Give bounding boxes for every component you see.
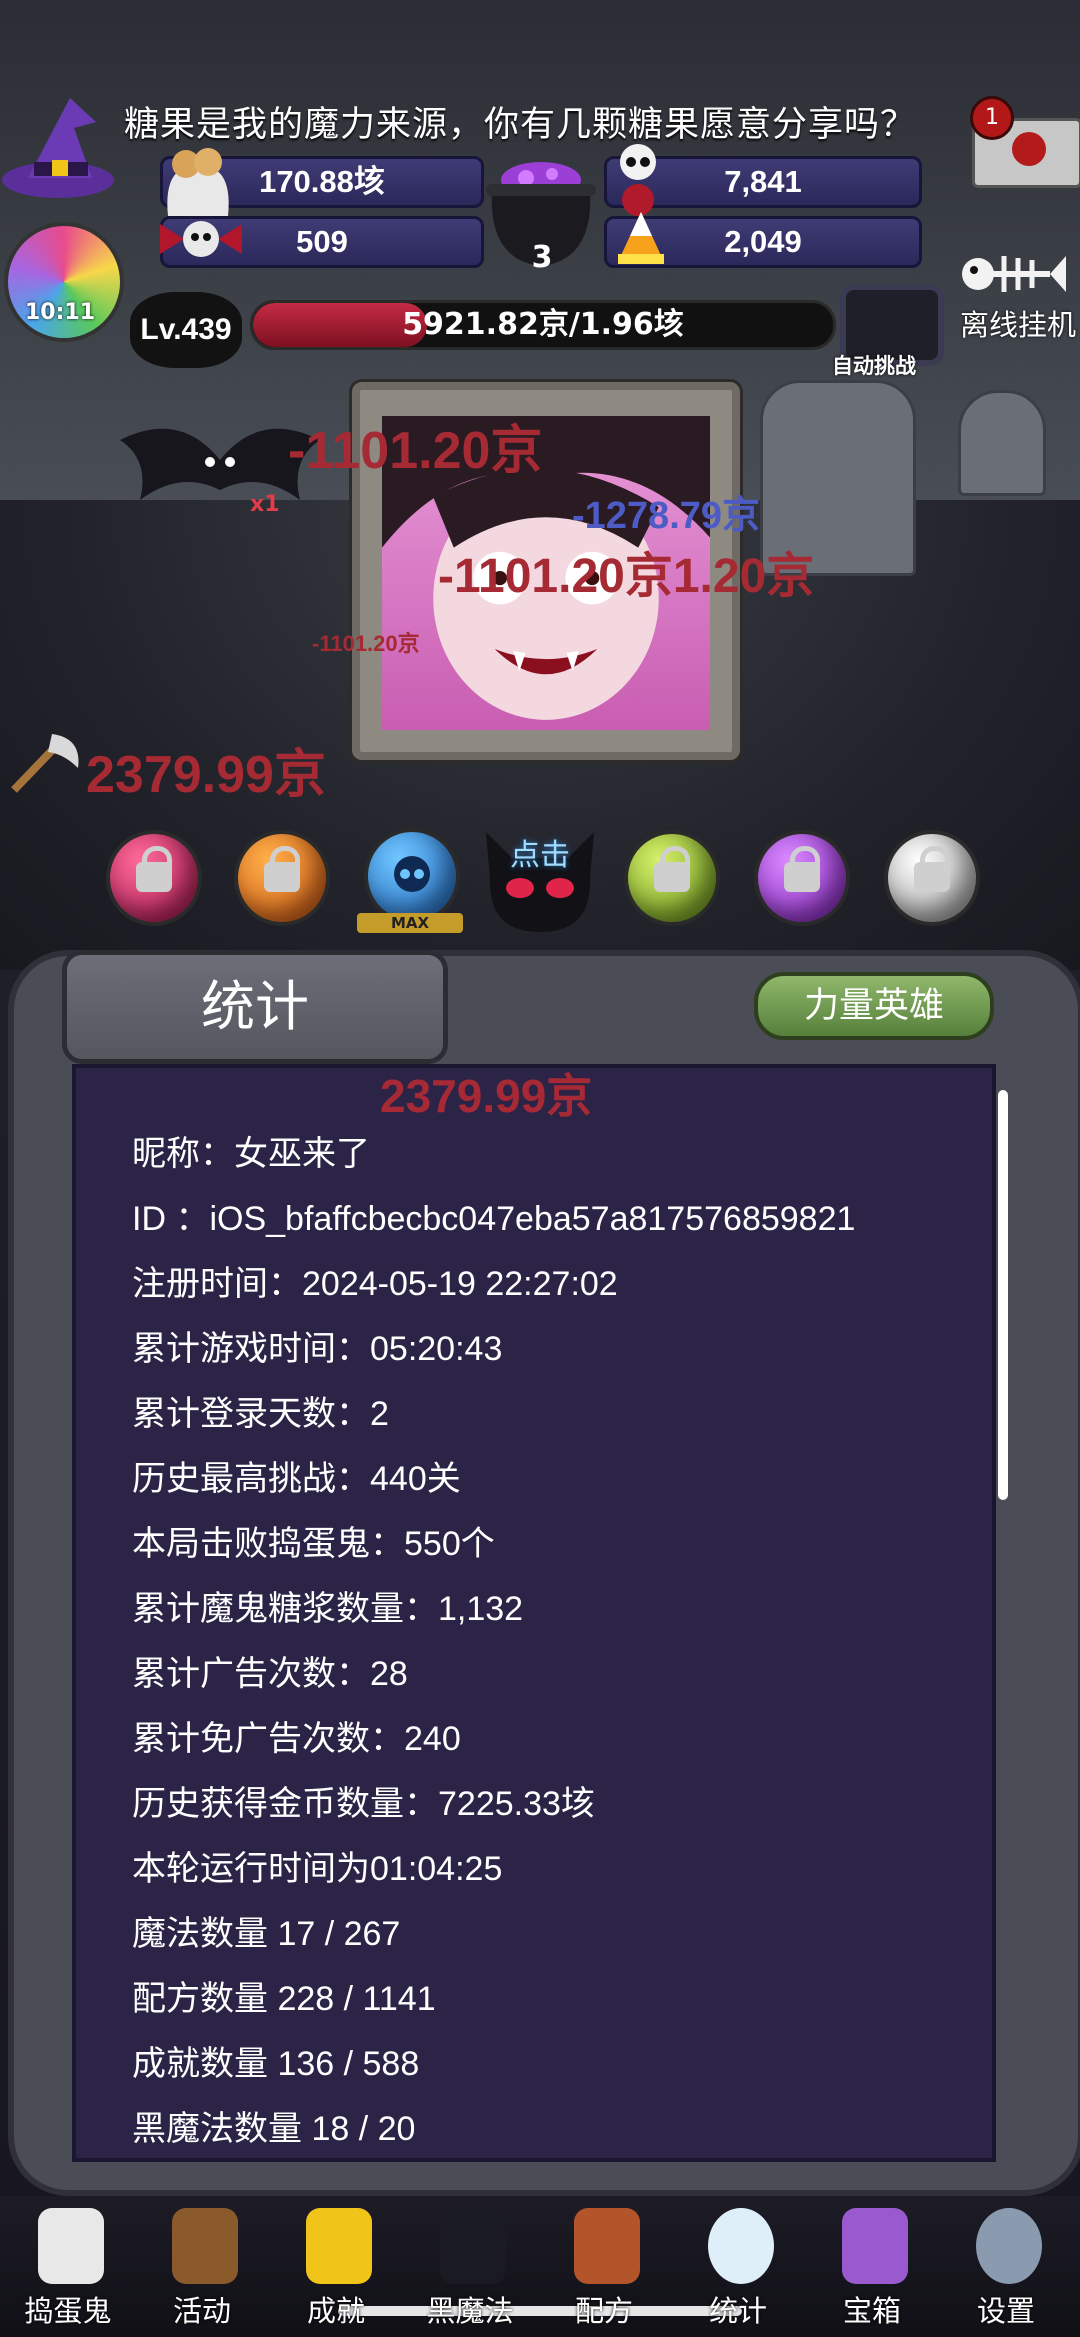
stat-row: 本轮运行时间为01:04:25 — [132, 1850, 503, 1888]
stats-title-sign: 统计 — [62, 950, 448, 1064]
nav-label: 设置 — [976, 2294, 1035, 2328]
nav-label: 宝箱 — [842, 2294, 901, 2328]
stat-row: 黑魔法数量 18 / 20 — [132, 2110, 416, 2148]
auto-challenge-label: 自动挑战 — [832, 354, 916, 378]
nav-item-2[interactable]: 活动 — [142, 2202, 262, 2334]
nav-label: 配方 — [574, 2294, 633, 2328]
axe-icon — [11, 734, 79, 793]
stat-row: 历史获得金币数量：7225.33垓 — [132, 1785, 595, 1823]
locked-slot-green[interactable] — [624, 830, 720, 926]
locked-slot-orange[interactable] — [234, 830, 330, 926]
max-label: MAX — [357, 913, 463, 933]
offline-idle-label[interactable]: 离线挂机 — [960, 302, 1076, 344]
axe-damage: 2379.99京 — [86, 746, 326, 804]
nav-label: 统计 — [708, 2294, 767, 2328]
lock-icon — [914, 846, 950, 892]
nav-item-4[interactable]: 黑魔法 — [410, 2202, 530, 2334]
fish-bone-icon[interactable] — [958, 248, 1068, 300]
wax-seal-icon — [1012, 132, 1046, 166]
power-hero-button[interactable]: 力量英雄 — [754, 972, 994, 1040]
tombstone — [958, 390, 1046, 496]
witch-hat-icon[interactable] — [0, 92, 120, 202]
nav-label: 成就 — [306, 2294, 365, 2328]
gift-box-icon — [842, 2208, 908, 2284]
trophy-skull-icon — [306, 2208, 372, 2284]
damage-number: -1278.79京 — [572, 495, 761, 537]
cookie-bag-icon — [167, 148, 229, 216]
damage-number: -1101.20京 — [312, 631, 420, 656]
lock-icon — [784, 846, 820, 892]
stat-row: 累计广告次数：28 — [132, 1655, 408, 1693]
nav-label: 黑魔法 — [426, 2294, 514, 2328]
skull-icon — [394, 856, 430, 892]
stat-row: 成就数量 136 / 588 — [132, 2045, 420, 2083]
lock-icon — [136, 846, 172, 892]
panel-damage-ghost: 2379.99京 — [380, 1070, 593, 1122]
ghost-icon — [38, 2208, 104, 2284]
stat-row: 累计登录天数：2 — [132, 1395, 389, 1433]
nav-item-8[interactable]: 设置 — [946, 2202, 1066, 2334]
candy-corn-icon — [618, 212, 664, 264]
cauldron-count: 3 — [531, 240, 553, 275]
nav-label: 捣蛋鬼 — [24, 2294, 112, 2328]
lock-icon — [264, 846, 300, 892]
stat-row: 注册时间：2024-05-19 22:27:02 — [132, 1265, 618, 1303]
stat-row: 累计游戏时间：05:20:43 — [132, 1330, 503, 1368]
slot-blue-skull[interactable] — [364, 828, 460, 924]
nav-item-6[interactable]: 统计 — [678, 2202, 798, 2334]
stats-list: 昵称：女巫来了 ID ：iOS_bfaffcbecbc047eba57a81757… — [132, 1126, 952, 2166]
locked-slot-white[interactable] — [884, 830, 980, 926]
damage-number: -1101.20京 — [288, 422, 543, 480]
stat-row: 本局击败捣蛋鬼：550个 — [132, 1525, 495, 1563]
nav-label: 活动 — [172, 2294, 231, 2328]
lock-icon — [654, 846, 690, 892]
stats-scrollbar[interactable] — [998, 1090, 1008, 1500]
stat-row: ID ：iOS_bfaffcbecbc047eba57a817576859821 — [132, 1200, 856, 1238]
boss-hp-text: 5921.82京/1.96垓 — [402, 307, 684, 342]
skull-potion-icon — [620, 144, 656, 216]
mail-badge: 1 — [970, 96, 1014, 140]
demon-head-icon — [440, 2208, 506, 2284]
recipe-book-icon — [574, 2208, 640, 2284]
bat-multiplier: x1 — [250, 492, 280, 517]
level-badge: Lv.439 — [130, 292, 242, 368]
stat-row: 魔法数量 17 / 267 — [132, 1915, 401, 1953]
locked-slot-pink[interactable] — [106, 830, 202, 926]
mail-button[interactable]: 1 — [962, 96, 1080, 188]
crystal-ball-icon — [708, 2208, 774, 2284]
stat-row: 配方数量 228 / 1141 — [132, 1980, 436, 2018]
skull-candy-icon — [160, 221, 242, 257]
nav-item-1[interactable]: 捣蛋鬼 — [8, 2202, 128, 2334]
lollipop-timer: 10:11 — [24, 300, 96, 325]
stat-row: 累计魔鬼糖浆数量：1,132 — [132, 1590, 524, 1628]
nav-item-5[interactable]: 配方 — [544, 2202, 664, 2334]
eyeball-cake-icon — [172, 2208, 238, 2284]
stat-row: 历史最高挑战：440关 — [132, 1460, 461, 1498]
stat-row: 累计免广告次数：240 — [132, 1720, 461, 1758]
boss-hp-bar: 5921.82京/1.96垓 — [250, 300, 836, 350]
locked-slot-purple[interactable] — [754, 830, 850, 926]
nav-item-7[interactable]: 宝箱 — [812, 2202, 932, 2334]
stat-row: 昵称：女巫来了 — [132, 1135, 370, 1173]
tap-label: 点击 — [510, 838, 570, 873]
gear-icon — [976, 2208, 1042, 2284]
damage-number: -1101.20京1.20京 — [438, 550, 815, 603]
nav-item-3[interactable]: 成就 — [276, 2202, 396, 2334]
